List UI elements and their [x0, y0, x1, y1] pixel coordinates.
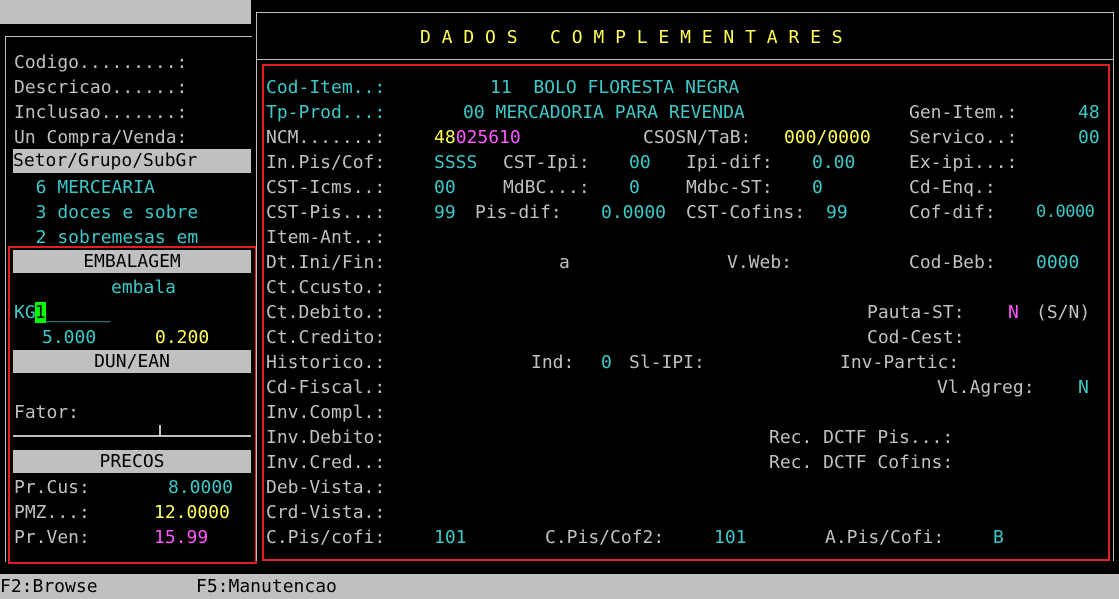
inclusao-label: Inclusao.......: [14, 102, 188, 123]
f5-manutencao-key[interactable]: F5:Manutencao [196, 574, 337, 599]
dialog-title: D A D O S C O M P L E M E N T A R E S [420, 27, 843, 48]
status-bar: F2:Browse F5:Manutencao [0, 574, 1119, 599]
codigo-label: Codigo.........: [14, 52, 188, 73]
setor-header: Setor/Grupo/SubGr [13, 149, 251, 173]
f2-browse-key[interactable]: F2:Browse [0, 574, 98, 599]
descricao-label: Descricao......: [14, 77, 188, 98]
dialog-title-separator [257, 59, 1113, 60]
dialog-highlight-box [262, 64, 1110, 561]
top-bar [0, 0, 251, 24]
grupo-value: 3 doces e sobre [14, 202, 199, 223]
setor-value: 6 MERCEARIA [14, 177, 155, 198]
left-highlight-box [8, 246, 257, 564]
un-compra-label: Un Compra/Venda: [14, 127, 188, 148]
